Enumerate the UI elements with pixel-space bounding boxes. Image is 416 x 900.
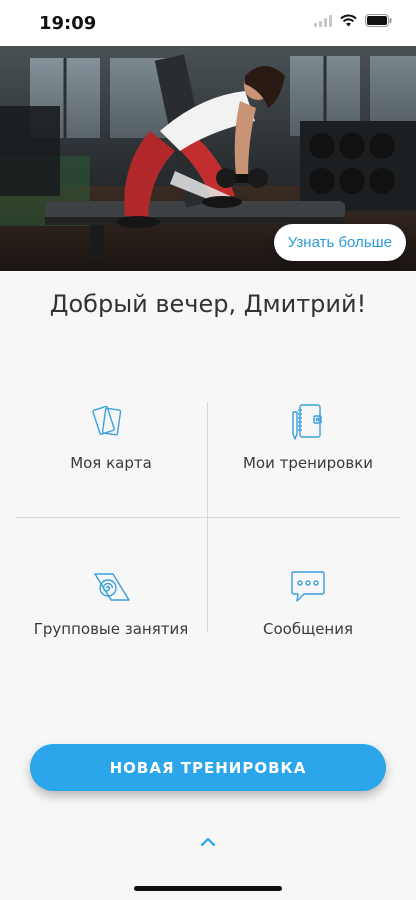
menu-item-my-workouts[interactable]: Мои тренировки xyxy=(213,402,403,502)
status-icons xyxy=(314,14,392,27)
menu-item-messages[interactable]: Сообщения xyxy=(213,568,403,668)
learn-more-button[interactable]: Узнать больше xyxy=(273,224,406,261)
battery-icon xyxy=(365,14,392,27)
status-bar: 19:09 xyxy=(0,0,416,46)
menu-item-label: Моя карта xyxy=(70,454,152,472)
menu-item-label: Групповые занятия xyxy=(33,620,189,638)
menu-item-label: Мои тренировки xyxy=(242,454,374,472)
grid-divider-horizontal xyxy=(15,517,401,518)
cards-icon xyxy=(92,405,122,436)
signal-icon xyxy=(314,14,332,27)
yoga-mat-icon xyxy=(94,573,130,601)
menu-item-group-classes[interactable]: Групповые занятия xyxy=(16,568,206,668)
greeting-title: Добрый вечер, Дмитрий! xyxy=(49,290,367,318)
status-time: 19:09 xyxy=(39,13,97,34)
home-indicator[interactable] xyxy=(134,886,282,891)
menu-item-label: Сообщения xyxy=(262,620,353,638)
menu-item-my-card[interactable]: Моя карта xyxy=(16,402,206,502)
chevron-up-icon[interactable] xyxy=(199,836,217,848)
wifi-icon xyxy=(340,14,357,27)
notebook-icon xyxy=(292,404,322,440)
new-workout-button[interactable]: НОВАЯ ТРЕНИРОВКА xyxy=(30,744,386,791)
chat-bubble-icon xyxy=(291,571,325,602)
